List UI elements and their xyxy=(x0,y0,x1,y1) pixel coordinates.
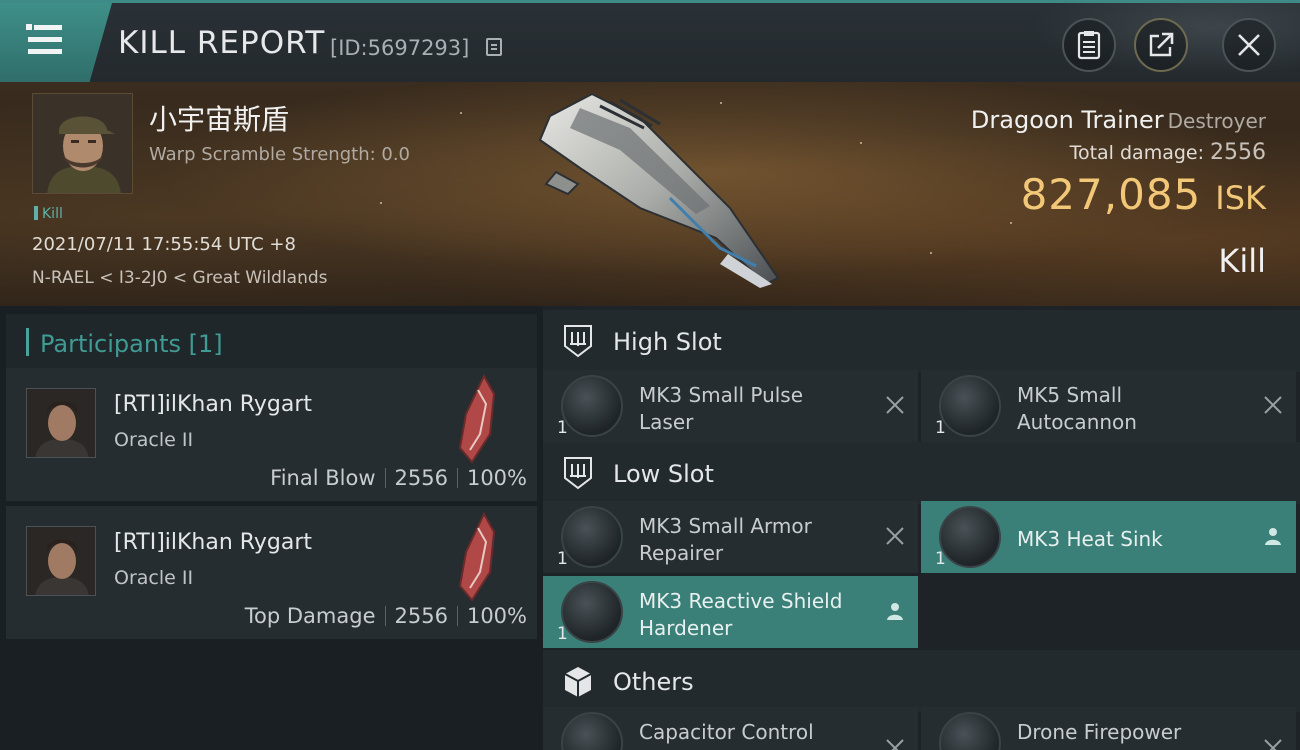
victim-portrait[interactable] xyxy=(32,93,133,194)
module-item[interactable]: 1 MK3 Heat Sink xyxy=(921,501,1296,573)
menu-button[interactable] xyxy=(0,3,112,82)
participant-ship: Oracle II xyxy=(114,567,194,589)
module-item[interactable]: Drone Firepower xyxy=(921,707,1296,750)
module-name: MK3 Reactive Shield Hardener xyxy=(639,589,843,640)
high-slot-header: High Slot xyxy=(543,310,1300,372)
participants-panel: Participants [1] [RTI]ilKhan Rygart Orac… xyxy=(0,306,543,750)
victim-banner: 小宇宙斯盾 Warp Scramble Strength: 0.0 Kill 2… xyxy=(0,82,1300,306)
page-title: KILL REPORT xyxy=(118,25,326,61)
module-item[interactable]: Capacitor Control xyxy=(543,707,918,750)
copy-icon[interactable] xyxy=(486,38,502,56)
module-name: MK5 Small Autocannon xyxy=(1017,383,1137,434)
module-name: MK3 Heat Sink xyxy=(1017,527,1163,551)
clipboard-icon xyxy=(1077,31,1101,60)
share-icon xyxy=(1149,32,1174,57)
high-slot-icon xyxy=(564,325,592,358)
module-item[interactable]: 1 MK5 Small Autocannon xyxy=(921,370,1296,442)
fittings-panel: High Slot 1 MK3 Small Pulse Laser 1 MK5 S… xyxy=(543,306,1300,750)
module-item[interactable]: 1 MK3 Small Pulse Laser xyxy=(543,370,918,442)
victim-name: 小宇宙斯盾 xyxy=(149,103,290,136)
module-name: Drone Firepower xyxy=(1017,720,1182,744)
participants-header: Participants [1] xyxy=(6,314,537,370)
share-button[interactable] xyxy=(1134,18,1188,72)
participants-label: Participants [1] xyxy=(40,330,223,358)
participant-stats: Final Blow 2556 100% xyxy=(270,466,527,490)
module-name: MK3 Small Pulse Laser xyxy=(639,383,804,434)
module-name: MK3 Small Armor Repairer xyxy=(639,514,812,565)
total-damage: Total damage: 2556 xyxy=(1069,140,1266,165)
kill-tag: Kill xyxy=(34,206,63,222)
others-header: Others xyxy=(543,650,1300,712)
capacitor-control-icon xyxy=(561,712,623,750)
participant-ship-icon xyxy=(458,374,496,464)
box-icon xyxy=(564,667,592,697)
pilot-avatar xyxy=(33,94,132,193)
participant-name: [RTI]ilKhan Rygart xyxy=(114,530,313,555)
top-bar: KILL REPORT [ID:5697293] xyxy=(0,0,1300,85)
kill-datetime: 2021/07/11 17:55:54 UTC +8 xyxy=(32,234,296,255)
module-item[interactable]: 1 MK3 Small Armor Repairer xyxy=(543,501,918,573)
kill-result: Kill xyxy=(1218,242,1266,280)
close-button[interactable] xyxy=(1222,18,1276,72)
destroyed-icon xyxy=(886,396,904,414)
dropped-icon xyxy=(887,603,903,620)
dropped-icon xyxy=(1265,528,1281,545)
destroyed-icon xyxy=(1264,739,1282,750)
module-item[interactable]: 1 MK3 Reactive Shield Hardener xyxy=(543,576,918,648)
participant-ship: Oracle II xyxy=(114,429,194,451)
destroyed-icon xyxy=(1264,396,1282,414)
participant-ship-icon xyxy=(458,512,496,602)
report-id: [ID:5697293] xyxy=(330,36,470,60)
drone-firepower-icon xyxy=(939,712,1001,750)
heat-sink-icon xyxy=(939,506,1001,568)
participant-row[interactable]: [RTI]ilKhan Rygart Oracle II Top Damage 2… xyxy=(6,506,537,640)
destroyed-icon xyxy=(886,527,904,545)
ship-render xyxy=(538,92,780,288)
warp-scramble-strength: Warp Scramble Strength: 0.0 xyxy=(149,144,411,165)
module-name: Capacitor Control xyxy=(639,720,814,744)
pulse-laser-icon xyxy=(561,375,623,437)
participant-avatar xyxy=(26,526,96,596)
notes-button[interactable] xyxy=(1062,18,1116,72)
kill-location[interactable]: N-RAEL < I3-2J0 < Great Wildlands xyxy=(32,268,328,288)
low-slot-icon xyxy=(564,457,592,490)
ship-class: Destroyer xyxy=(1167,109,1266,133)
armor-repairer-icon xyxy=(561,506,623,568)
participant-name: [RTI]ilKhan Rygart xyxy=(114,392,313,417)
victim-ship[interactable]: Dragoon Trainer Destroyer xyxy=(971,106,1266,134)
participant-stats: Top Damage 2556 100% xyxy=(244,604,527,628)
low-slot-header: Low Slot xyxy=(543,442,1300,504)
autocannon-icon xyxy=(939,375,1001,437)
shield-hardener-icon xyxy=(561,581,623,643)
participant-row[interactable]: [RTI]ilKhan Rygart Oracle II Final Blow 2… xyxy=(6,368,537,502)
isk-value: 827,085 ISK xyxy=(1020,170,1266,219)
close-icon xyxy=(1238,34,1260,56)
participant-avatar xyxy=(26,388,96,458)
destroyed-icon xyxy=(886,739,904,750)
